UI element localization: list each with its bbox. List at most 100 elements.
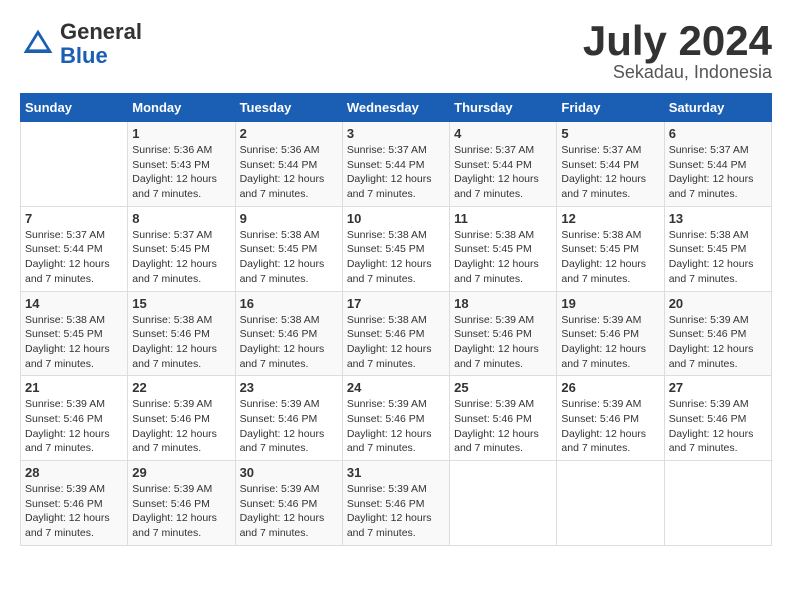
day-header-saturday: Saturday bbox=[664, 94, 771, 122]
day-number: 3 bbox=[347, 126, 445, 141]
day-info: Sunrise: 5:38 AM Sunset: 5:46 PM Dayligh… bbox=[240, 313, 338, 372]
day-info: Sunrise: 5:37 AM Sunset: 5:44 PM Dayligh… bbox=[25, 228, 123, 287]
day-info: Sunrise: 5:38 AM Sunset: 5:46 PM Dayligh… bbox=[132, 313, 230, 372]
calendar-cell: 6 Sunrise: 5:37 AM Sunset: 5:44 PM Daylig… bbox=[664, 122, 771, 207]
calendar-week-2: 7 Sunrise: 5:37 AM Sunset: 5:44 PM Daylig… bbox=[21, 206, 772, 291]
calendar-cell: 9 Sunrise: 5:38 AM Sunset: 5:45 PM Daylig… bbox=[235, 206, 342, 291]
day-number: 9 bbox=[240, 211, 338, 226]
calendar-cell bbox=[21, 122, 128, 207]
calendar-cell bbox=[557, 461, 664, 546]
day-info: Sunrise: 5:38 AM Sunset: 5:45 PM Dayligh… bbox=[561, 228, 659, 287]
day-info: Sunrise: 5:37 AM Sunset: 5:44 PM Dayligh… bbox=[561, 143, 659, 202]
day-number: 18 bbox=[454, 296, 552, 311]
day-header-sunday: Sunday bbox=[21, 94, 128, 122]
day-info: Sunrise: 5:37 AM Sunset: 5:44 PM Dayligh… bbox=[669, 143, 767, 202]
logo-text: General Blue bbox=[60, 20, 142, 68]
day-number: 7 bbox=[25, 211, 123, 226]
title-block: July 2024 Sekadau, Indonesia bbox=[583, 20, 772, 83]
calendar-cell: 18 Sunrise: 5:39 AM Sunset: 5:46 PM Dayli… bbox=[450, 291, 557, 376]
day-header-monday: Monday bbox=[128, 94, 235, 122]
day-header-friday: Friday bbox=[557, 94, 664, 122]
day-number: 27 bbox=[669, 380, 767, 395]
day-info: Sunrise: 5:39 AM Sunset: 5:46 PM Dayligh… bbox=[25, 397, 123, 456]
day-info: Sunrise: 5:38 AM Sunset: 5:45 PM Dayligh… bbox=[347, 228, 445, 287]
day-number: 19 bbox=[561, 296, 659, 311]
day-info: Sunrise: 5:39 AM Sunset: 5:46 PM Dayligh… bbox=[669, 397, 767, 456]
calendar-cell: 31Sunrise: 5:39 AM Sunset: 5:46 PM Dayli… bbox=[342, 461, 449, 546]
day-number: 23 bbox=[240, 380, 338, 395]
calendar-cell: 26 Sunrise: 5:39 AM Sunset: 5:46 PM Dayli… bbox=[557, 376, 664, 461]
day-info: Sunrise: 5:39 AM Sunset: 5:46 PM Dayligh… bbox=[454, 397, 552, 456]
day-number: 4 bbox=[454, 126, 552, 141]
day-number: 15 bbox=[132, 296, 230, 311]
calendar-week-5: 28 Sunrise: 5:39 AM Sunset: 5:46 PM Dayli… bbox=[21, 461, 772, 546]
day-info: Sunrise: 5:39 AM Sunset: 5:46 PM Dayligh… bbox=[132, 397, 230, 456]
day-header-tuesday: Tuesday bbox=[235, 94, 342, 122]
day-info: Sunrise: 5:39 AM Sunset: 5:46 PM Dayligh… bbox=[25, 482, 123, 541]
calendar-cell: 5Sunrise: 5:37 AM Sunset: 5:44 PM Daylig… bbox=[557, 122, 664, 207]
day-header-thursday: Thursday bbox=[450, 94, 557, 122]
day-info: Sunrise: 5:37 AM Sunset: 5:44 PM Dayligh… bbox=[347, 143, 445, 202]
day-info: Sunrise: 5:39 AM Sunset: 5:46 PM Dayligh… bbox=[669, 313, 767, 372]
day-info: Sunrise: 5:38 AM Sunset: 5:45 PM Dayligh… bbox=[454, 228, 552, 287]
day-number: 17 bbox=[347, 296, 445, 311]
calendar-week-3: 14Sunrise: 5:38 AM Sunset: 5:45 PM Dayli… bbox=[21, 291, 772, 376]
calendar-cell: 10 Sunrise: 5:38 AM Sunset: 5:45 PM Dayli… bbox=[342, 206, 449, 291]
logo-icon bbox=[20, 26, 56, 62]
calendar-cell: 19 Sunrise: 5:39 AM Sunset: 5:46 PM Dayli… bbox=[557, 291, 664, 376]
calendar-cell: 21 Sunrise: 5:39 AM Sunset: 5:46 PM Dayli… bbox=[21, 376, 128, 461]
calendar-cell: 20 Sunrise: 5:39 AM Sunset: 5:46 PM Dayli… bbox=[664, 291, 771, 376]
day-info: Sunrise: 5:38 AM Sunset: 5:45 PM Dayligh… bbox=[669, 228, 767, 287]
day-number: 10 bbox=[347, 211, 445, 226]
day-info: Sunrise: 5:39 AM Sunset: 5:46 PM Dayligh… bbox=[561, 397, 659, 456]
calendar-cell: 3 Sunrise: 5:37 AM Sunset: 5:44 PM Daylig… bbox=[342, 122, 449, 207]
day-number: 8 bbox=[132, 211, 230, 226]
day-info: Sunrise: 5:38 AM Sunset: 5:45 PM Dayligh… bbox=[240, 228, 338, 287]
calendar-cell bbox=[450, 461, 557, 546]
day-number: 31 bbox=[347, 465, 445, 480]
day-number: 30 bbox=[240, 465, 338, 480]
day-number: 20 bbox=[669, 296, 767, 311]
location: Sekadau, Indonesia bbox=[583, 62, 772, 83]
day-info: Sunrise: 5:39 AM Sunset: 5:46 PM Dayligh… bbox=[454, 313, 552, 372]
logo-general: General bbox=[60, 19, 142, 44]
calendar-cell: 13 Sunrise: 5:38 AM Sunset: 5:45 PM Dayli… bbox=[664, 206, 771, 291]
day-number: 13 bbox=[669, 211, 767, 226]
day-number: 22 bbox=[132, 380, 230, 395]
logo-blue: Blue bbox=[60, 43, 108, 68]
day-number: 1 bbox=[132, 126, 230, 141]
calendar-cell: 11Sunrise: 5:38 AM Sunset: 5:45 PM Dayli… bbox=[450, 206, 557, 291]
calendar-header-row: SundayMondayTuesdayWednesdayThursdayFrid… bbox=[21, 94, 772, 122]
day-number: 29 bbox=[132, 465, 230, 480]
day-number: 28 bbox=[25, 465, 123, 480]
day-info: Sunrise: 5:39 AM Sunset: 5:46 PM Dayligh… bbox=[347, 397, 445, 456]
day-info: Sunrise: 5:39 AM Sunset: 5:46 PM Dayligh… bbox=[240, 482, 338, 541]
calendar-cell: 14Sunrise: 5:38 AM Sunset: 5:45 PM Dayli… bbox=[21, 291, 128, 376]
day-info: Sunrise: 5:39 AM Sunset: 5:46 PM Dayligh… bbox=[132, 482, 230, 541]
day-info: Sunrise: 5:39 AM Sunset: 5:46 PM Dayligh… bbox=[561, 313, 659, 372]
calendar-cell: 24 Sunrise: 5:39 AM Sunset: 5:46 PM Dayli… bbox=[342, 376, 449, 461]
calendar-week-4: 21 Sunrise: 5:39 AM Sunset: 5:46 PM Dayli… bbox=[21, 376, 772, 461]
calendar-cell: 8Sunrise: 5:37 AM Sunset: 5:45 PM Daylig… bbox=[128, 206, 235, 291]
calendar-cell: 22 Sunrise: 5:39 AM Sunset: 5:46 PM Dayli… bbox=[128, 376, 235, 461]
day-number: 24 bbox=[347, 380, 445, 395]
day-info: Sunrise: 5:38 AM Sunset: 5:46 PM Dayligh… bbox=[347, 313, 445, 372]
calendar-week-1: 1 Sunrise: 5:36 AM Sunset: 5:43 PM Daylig… bbox=[21, 122, 772, 207]
calendar-cell: 1 Sunrise: 5:36 AM Sunset: 5:43 PM Daylig… bbox=[128, 122, 235, 207]
day-number: 2 bbox=[240, 126, 338, 141]
calendar-cell: 15 Sunrise: 5:38 AM Sunset: 5:46 PM Dayli… bbox=[128, 291, 235, 376]
day-number: 6 bbox=[669, 126, 767, 141]
day-info: Sunrise: 5:36 AM Sunset: 5:43 PM Dayligh… bbox=[132, 143, 230, 202]
calendar-cell: 27 Sunrise: 5:39 AM Sunset: 5:46 PM Dayli… bbox=[664, 376, 771, 461]
calendar-cell: 2Sunrise: 5:36 AM Sunset: 5:44 PM Daylig… bbox=[235, 122, 342, 207]
calendar-cell: 7 Sunrise: 5:37 AM Sunset: 5:44 PM Daylig… bbox=[21, 206, 128, 291]
calendar-cell: 28 Sunrise: 5:39 AM Sunset: 5:46 PM Dayli… bbox=[21, 461, 128, 546]
calendar-cell: 29 Sunrise: 5:39 AM Sunset: 5:46 PM Dayli… bbox=[128, 461, 235, 546]
day-number: 26 bbox=[561, 380, 659, 395]
calendar-cell: 23Sunrise: 5:39 AM Sunset: 5:46 PM Dayli… bbox=[235, 376, 342, 461]
calendar-cell: 25Sunrise: 5:39 AM Sunset: 5:46 PM Dayli… bbox=[450, 376, 557, 461]
calendar-cell: 12Sunrise: 5:38 AM Sunset: 5:45 PM Dayli… bbox=[557, 206, 664, 291]
calendar-cell bbox=[664, 461, 771, 546]
day-number: 21 bbox=[25, 380, 123, 395]
month-title: July 2024 bbox=[583, 20, 772, 62]
